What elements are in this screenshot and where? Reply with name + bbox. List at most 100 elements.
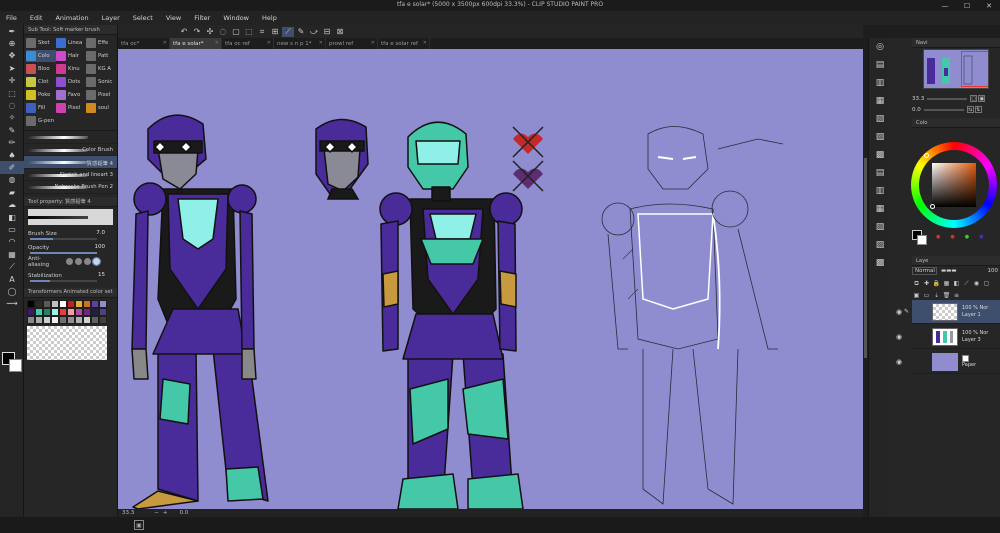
sub-tool-group[interactable]: Patt <box>86 50 116 62</box>
transform-icon[interactable]: ⬚ <box>243 27 255 37</box>
sub-tool-group[interactable]: Kinu <box>56 63 86 75</box>
color-set-header[interactable]: Transformers Animated color set <box>24 287 117 298</box>
blue-dot-icon[interactable]: ● <box>979 234 983 240</box>
menu-edit[interactable]: Edit <box>30 14 43 22</box>
ruler-snap-icon[interactable]: ⟋ <box>282 26 294 37</box>
eye-icon[interactable]: ◉ <box>892 333 906 341</box>
brush-item[interactable]: Nebraska Brush Pen 2 <box>24 181 117 194</box>
sub-tool-group[interactable]: Effe <box>86 37 116 49</box>
color-swatch[interactable] <box>83 307 91 316</box>
color-slider-icon[interactable]: ▥ <box>869 182 891 200</box>
layer-property-icon[interactable]: ▥ <box>869 74 891 92</box>
sub-tool-group[interactable]: Sonic <box>86 76 116 88</box>
reference-icon[interactable]: ✚ <box>922 279 931 288</box>
lasso-select-icon[interactable]: ◌ <box>217 27 229 37</box>
eraser-icon[interactable]: ▰ <box>0 186 24 198</box>
sub-tool-group[interactable]: Pixel <box>86 89 116 101</box>
color-swatch[interactable] <box>67 299 75 308</box>
layer-row-2[interactable]: ◉ 100 % Nor Layer 3 <box>896 325 1000 349</box>
color-swatch[interactable] <box>99 299 107 308</box>
actual-size-icon[interactable]: ▣ <box>978 95 986 102</box>
navigator-rotate-slider[interactable] <box>923 108 964 111</box>
brush-size-value[interactable]: 7.0 <box>96 230 105 236</box>
fill-icon[interactable]: ◧ <box>0 211 24 223</box>
sub-tool-group[interactable]: Pixel <box>56 102 86 114</box>
sub-tool-group[interactable]: KG A <box>86 63 116 75</box>
layer-search-icon[interactable]: ▩ <box>869 254 891 272</box>
correct-line-icon[interactable]: ⟿ <box>0 298 24 310</box>
magic-wand-icon[interactable]: ✧ <box>0 112 24 124</box>
menu-file[interactable]: File <box>6 14 17 22</box>
color-swatch[interactable] <box>67 315 75 324</box>
new-raster-icon[interactable]: ▢ <box>982 279 991 288</box>
material-icon[interactable]: ▨ <box>869 128 891 146</box>
navigator-thumbnail[interactable] <box>923 49 989 89</box>
zoom-in-icon[interactable]: + <box>163 510 168 516</box>
scroll-thumb[interactable] <box>864 158 867 358</box>
color-swatch[interactable] <box>35 299 43 308</box>
menu-select[interactable]: Select <box>133 14 153 22</box>
color-swatch[interactable] <box>83 299 91 308</box>
color-swatch[interactable] <box>99 315 107 324</box>
sub-tool-group[interactable]: Linea <box>56 37 86 49</box>
close-tab-icon[interactable]: ✕ <box>215 40 219 46</box>
navigator-zoom-slider[interactable] <box>927 97 968 100</box>
balloon-icon[interactable]: ◯ <box>0 285 24 297</box>
move-layer-icon[interactable]: ✛ <box>0 75 24 87</box>
lasso-icon[interactable]: ◌ <box>0 99 24 111</box>
blend-mode-select[interactable]: Normal <box>912 267 937 275</box>
close-button[interactable]: ✕ <box>978 0 1000 11</box>
color-swatch[interactable] <box>59 299 67 308</box>
brush-item[interactable]: Color Brush <box>24 144 117 156</box>
menu-animation[interactable]: Animation <box>55 14 88 22</box>
timeline-toggle-button[interactable]: ▣ <box>134 520 144 530</box>
navigator-rotation-value[interactable]: 0.0 <box>912 107 921 113</box>
sub-tool-group[interactable]: soul <box>86 102 116 114</box>
pen-snap-icon[interactable]: ✎ <box>295 27 307 37</box>
color-wheel-header[interactable]: Colo <box>912 118 1000 128</box>
brush-item[interactable] <box>24 131 117 144</box>
transparent-icon[interactable]: ● <box>936 234 940 240</box>
rotation-readout[interactable]: 0.0 <box>179 510 188 516</box>
approx-color-icon[interactable]: ▦ <box>869 200 891 218</box>
stabilization-slider[interactable] <box>30 279 97 282</box>
color-swatch[interactable] <box>35 315 43 324</box>
pen-icon[interactable]: ✎ <box>0 124 24 136</box>
color-wheel[interactable] <box>911 142 997 228</box>
aa-weak-option[interactable] <box>75 258 82 265</box>
doc-tab-1[interactable]: tfa oc* ✕ <box>118 38 170 49</box>
crop-icon[interactable]: ⌗ <box>256 27 268 37</box>
layer-header[interactable]: Laye <box>912 256 1000 266</box>
layer-menu-icon[interactable]: ≡ <box>952 291 961 300</box>
navigator-zoom-value[interactable]: 33.3 <box>912 96 924 102</box>
sub-tool-group[interactable]: Sket <box>26 37 56 49</box>
color-swatch[interactable] <box>99 307 107 316</box>
airbrush-icon[interactable]: ◍ <box>0 174 24 186</box>
main-sub-color[interactable] <box>2 352 22 374</box>
zoom-readout[interactable]: 33.3 <box>122 510 134 516</box>
doc-tab-2[interactable]: tfa e solar* ✕ <box>170 38 222 49</box>
color-swatch[interactable] <box>27 315 35 324</box>
color-swatch[interactable] <box>59 307 67 316</box>
brush-icon[interactable]: ♠ <box>0 149 24 161</box>
special-ruler-icon[interactable]: ⊠ <box>334 27 346 37</box>
color-swatch[interactable] <box>91 315 99 324</box>
close-tab-icon[interactable]: ✕ <box>371 40 375 46</box>
flip-v-icon[interactable]: ⇅ <box>974 106 982 113</box>
delete-layer-icon[interactable]: 🗑 <box>942 291 951 300</box>
color-swatch[interactable] <box>51 315 59 324</box>
opacity-slider[interactable] <box>30 251 97 254</box>
sub-color-swatch[interactable] <box>9 359 22 372</box>
color-swatch[interactable] <box>75 315 83 324</box>
sub-tool-group[interactable]: Fill <box>26 102 56 114</box>
color-swatch[interactable] <box>91 307 99 316</box>
selection-icon[interactable]: ⬚ <box>0 87 24 99</box>
color-swatch[interactable] <box>43 299 51 308</box>
maximize-button[interactable]: ☐ <box>956 0 978 11</box>
opacity-value[interactable]: 100 <box>95 244 106 250</box>
grid-snap-icon[interactable]: ⊟ <box>321 27 333 37</box>
gradient-icon[interactable]: ▭ <box>0 223 24 235</box>
color-swatch[interactable] <box>43 315 51 324</box>
canvas[interactable] <box>118 49 863 509</box>
palette-color-icon[interactable]: ◉ <box>972 279 981 288</box>
